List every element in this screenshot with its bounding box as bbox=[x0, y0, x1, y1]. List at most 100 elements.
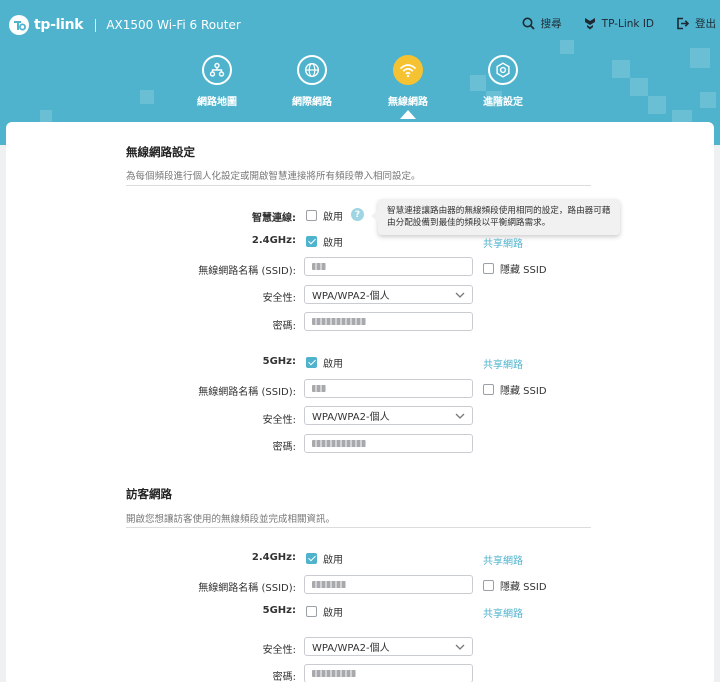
band-24-label: 2.4GHz: bbox=[251, 235, 296, 246]
masked-value bbox=[312, 385, 326, 392]
nav-advanced[interactable]: 進階設定 bbox=[463, 55, 543, 108]
guest-band-5-enable-checkbox-box[interactable] bbox=[306, 606, 317, 617]
guest-band-24-enable-checkbox-box[interactable] bbox=[306, 553, 317, 564]
brand-logo[interactable]: tp-link AX1500 Wi-Fi 6 Router bbox=[8, 14, 241, 36]
help-icon[interactable]: ? bbox=[351, 208, 364, 221]
tplink-id-label: TP-Link ID bbox=[601, 17, 654, 30]
ssid-label: 無線網路名稱 (SSID): bbox=[198, 583, 296, 594]
search-button[interactable]: 搜尋 bbox=[522, 16, 562, 31]
security-label: 安全性: bbox=[262, 293, 296, 304]
enable-label: 啟用 bbox=[323, 212, 343, 223]
security-label: 安全性: bbox=[262, 645, 296, 656]
band-24-ssid-input[interactable] bbox=[304, 257, 473, 276]
share-network-link[interactable]: 共享網路 bbox=[483, 356, 523, 371]
guest-ssid-input[interactable] bbox=[304, 575, 473, 594]
content-card: 無線網路設定 為每個頻段進行個人化設定或開啟智慧連接將所有頻段帶入相同設定。 智… bbox=[6, 122, 714, 682]
security-value: WPA/WPA2-個人 bbox=[312, 643, 390, 654]
masked-value bbox=[312, 440, 366, 447]
top-actions: 搜尋 TP-Link ID 登出 bbox=[522, 16, 720, 31]
nav-internet[interactable]: 網際網路 bbox=[272, 55, 352, 108]
logo-separator bbox=[95, 18, 97, 32]
band-24-enable-checkbox[interactable]: 啟用 bbox=[306, 234, 343, 249]
password-label: 密碼: bbox=[272, 321, 296, 332]
smart-connect-label: 智慧連線: bbox=[252, 213, 296, 224]
gear-icon bbox=[496, 62, 510, 78]
band-5-password-input[interactable] bbox=[304, 434, 473, 453]
band-24-security-select[interactable]: WPA/WPA2-個人 bbox=[304, 285, 473, 304]
logout-button[interactable]: 登出 bbox=[676, 16, 716, 31]
guest-network-title: 訪客網路 bbox=[126, 487, 172, 501]
security-value: WPA/WPA2-個人 bbox=[312, 291, 390, 302]
guest-hide-ssid-checkbox[interactable]: 隱藏 SSID bbox=[483, 578, 547, 593]
chevron-down-icon bbox=[455, 413, 465, 419]
guest-band-5-enable-checkbox[interactable]: 啟用 bbox=[306, 604, 343, 619]
chevron-down-icon bbox=[455, 292, 465, 298]
hide-ssid-label: 隱藏 SSID bbox=[500, 265, 547, 276]
band-5-hide-ssid-checkbox[interactable]: 隱藏 SSID bbox=[483, 382, 547, 397]
masked-value bbox=[312, 670, 356, 677]
nav-network-map[interactable]: 網路地圖 bbox=[177, 55, 257, 108]
password-label: 密碼: bbox=[272, 672, 296, 682]
guest-security-select[interactable]: WPA/WPA2-個人 bbox=[304, 637, 473, 656]
router-model: AX1500 Wi-Fi 6 Router bbox=[106, 18, 241, 32]
band-5-label: 5GHz: bbox=[262, 356, 296, 367]
globe-icon bbox=[304, 62, 320, 78]
band-24-hide-ssid-checkbox[interactable]: 隱藏 SSID bbox=[483, 261, 547, 276]
masked-value bbox=[312, 581, 346, 588]
security-value: WPA/WPA2-個人 bbox=[312, 412, 390, 423]
hide-ssid-label: 隱藏 SSID bbox=[500, 582, 547, 593]
hide-ssid-checkbox-box[interactable] bbox=[483, 580, 494, 591]
tplink-logo-icon bbox=[9, 15, 29, 35]
hide-ssid-label: 隱藏 SSID bbox=[500, 386, 547, 397]
band-5-enable-checkbox[interactable]: 啟用 bbox=[306, 355, 343, 370]
chevron-down-icon bbox=[455, 644, 465, 650]
nav-label: 進階設定 bbox=[483, 97, 523, 108]
masked-value bbox=[312, 318, 366, 325]
nav-label: 網路地圖 bbox=[197, 97, 237, 108]
band-5-security-select[interactable]: WPA/WPA2-個人 bbox=[304, 406, 473, 425]
brand-name: tp-link bbox=[34, 17, 84, 33]
band-5-enable-checkbox-box[interactable] bbox=[306, 357, 317, 368]
share-network-link[interactable]: 共享網路 bbox=[483, 552, 523, 567]
active-nav-pointer bbox=[400, 110, 416, 119]
share-network-link[interactable]: 共享網路 bbox=[483, 605, 523, 620]
hide-ssid-checkbox-box[interactable] bbox=[483, 384, 494, 395]
guest-band-24-label: 2.4GHz: bbox=[251, 552, 296, 563]
security-label: 安全性: bbox=[262, 415, 296, 426]
guest-band-5-label: 5GHz: bbox=[262, 605, 296, 616]
band-24-password-input[interactable] bbox=[304, 312, 473, 331]
enable-label: 啟用 bbox=[323, 608, 343, 619]
tplink-id-icon bbox=[584, 18, 595, 30]
guest-band-24-enable-checkbox[interactable]: 啟用 bbox=[306, 551, 343, 566]
logout-label: 登出 bbox=[695, 18, 716, 30]
smart-connect-checkbox-box[interactable] bbox=[306, 210, 317, 221]
divider bbox=[126, 527, 591, 528]
share-network-link[interactable]: 共享網路 bbox=[483, 235, 523, 250]
nav-label: 網際網路 bbox=[292, 97, 332, 108]
guest-network-desc: 開啟您想讓訪客使用的無線頻段並完成相關資訊。 bbox=[126, 514, 336, 525]
masked-value bbox=[312, 263, 326, 270]
search-icon bbox=[522, 17, 535, 30]
band-5-ssid-input[interactable] bbox=[304, 379, 473, 398]
search-label: 搜尋 bbox=[540, 18, 562, 30]
smart-connect-checkbox[interactable]: 啟用 bbox=[306, 208, 343, 223]
main-nav: 網路地圖 網際網路 無線網路 進階設定 bbox=[0, 55, 720, 115]
smart-connect-tooltip: 智慧連接讓路由器的無線頻段使用相同的設定，路由器可藉由分配設備到最佳的頻段以平衡… bbox=[371, 199, 620, 235]
wireless-settings-desc: 為每個頻段進行個人化設定或開啟智慧連接將所有頻段帶入相同設定。 bbox=[126, 171, 421, 182]
ssid-label: 無線網路名稱 (SSID): bbox=[198, 266, 296, 277]
nav-label: 無線網路 bbox=[388, 97, 428, 108]
guest-password-input[interactable] bbox=[304, 664, 473, 682]
wireless-settings-title: 無線網路設定 bbox=[126, 145, 195, 159]
band-24-enable-checkbox-box[interactable] bbox=[306, 236, 317, 247]
network-map-icon bbox=[209, 62, 225, 77]
enable-label: 啟用 bbox=[323, 238, 343, 249]
hide-ssid-checkbox-box[interactable] bbox=[483, 263, 494, 274]
nav-wireless[interactable]: 無線網路 bbox=[368, 55, 448, 108]
tplink-id-button[interactable]: TP-Link ID bbox=[584, 17, 654, 30]
password-label: 密碼: bbox=[272, 442, 296, 453]
ssid-label: 無線網路名稱 (SSID): bbox=[198, 387, 296, 398]
logout-icon bbox=[677, 17, 689, 30]
enable-label: 啟用 bbox=[323, 555, 343, 566]
divider bbox=[126, 185, 591, 186]
wifi-icon bbox=[399, 64, 417, 78]
